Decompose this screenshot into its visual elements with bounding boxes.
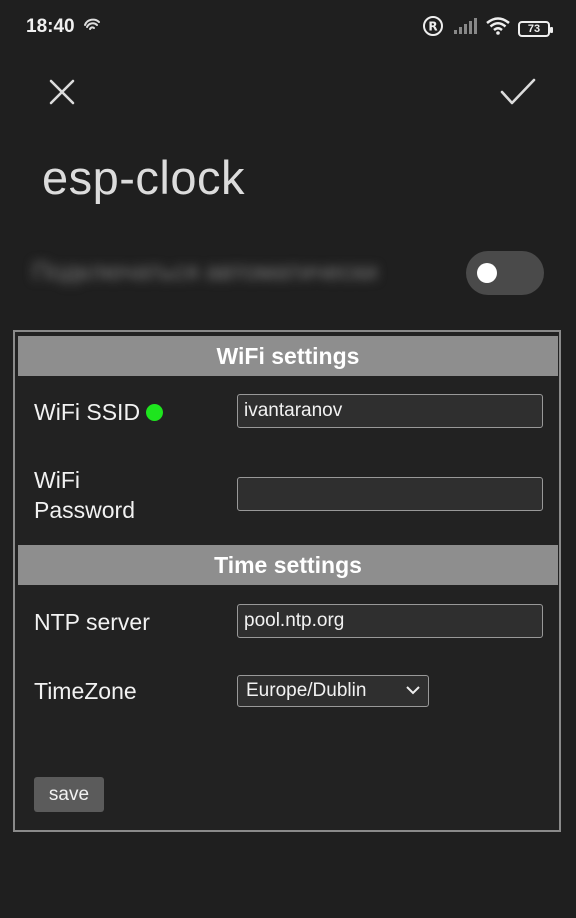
wifi-icon	[486, 17, 510, 40]
timezone-label: TimeZone	[34, 678, 137, 704]
wifi-ssid-label-text: WiFi SSID	[34, 399, 141, 425]
network-title: esp-clock	[42, 151, 246, 204]
wifi-password-label-line2: Password	[34, 497, 135, 523]
ntp-server-label: NTP server	[34, 609, 150, 635]
ntp-server-input[interactable]: pool.ntp.org	[237, 604, 543, 638]
auto-connect-label: Подключаться автоматически	[32, 258, 378, 286]
signal-icon	[452, 17, 478, 40]
battery-icon: 73	[518, 20, 553, 37]
toggle-knob	[477, 263, 497, 283]
connection-status-dot	[146, 404, 164, 421]
wifi-password-input[interactable]	[237, 477, 543, 511]
svg-text:R: R	[428, 20, 437, 34]
confirm-button[interactable]	[496, 70, 540, 114]
wifi-ssid-label: WiFi SSID	[34, 397, 164, 427]
wifi-password-label: WiFi Password	[34, 465, 135, 525]
wifi-ssid-input[interactable]: ivantaranov	[237, 394, 543, 428]
wifi-password-label-line1: WiFi	[34, 467, 80, 493]
close-button[interactable]	[40, 70, 84, 114]
sync-icon	[83, 16, 101, 37]
status-bar: 18:40 R 73	[0, 0, 576, 56]
wifi-settings-header: WiFi settings	[18, 336, 558, 376]
checkmark-icon	[500, 78, 536, 105]
time-settings-header: Time settings	[18, 545, 558, 585]
registered-icon: R	[422, 15, 444, 42]
timezone-selected-value: Europe/Dublin	[246, 680, 367, 701]
auto-connect-toggle[interactable]	[466, 251, 544, 295]
save-button[interactable]: save	[34, 777, 104, 812]
status-time: 18:40	[26, 16, 75, 37]
config-panel: WiFi settings WiFi SSID ivantaranov WiFi…	[13, 330, 561, 832]
auto-connect-row: Подключаться автоматически	[28, 250, 546, 298]
status-icons: R 73	[422, 15, 553, 42]
chevron-down-icon	[406, 686, 420, 695]
close-icon	[49, 79, 75, 105]
timezone-select[interactable]: Europe/Dublin	[237, 675, 429, 707]
